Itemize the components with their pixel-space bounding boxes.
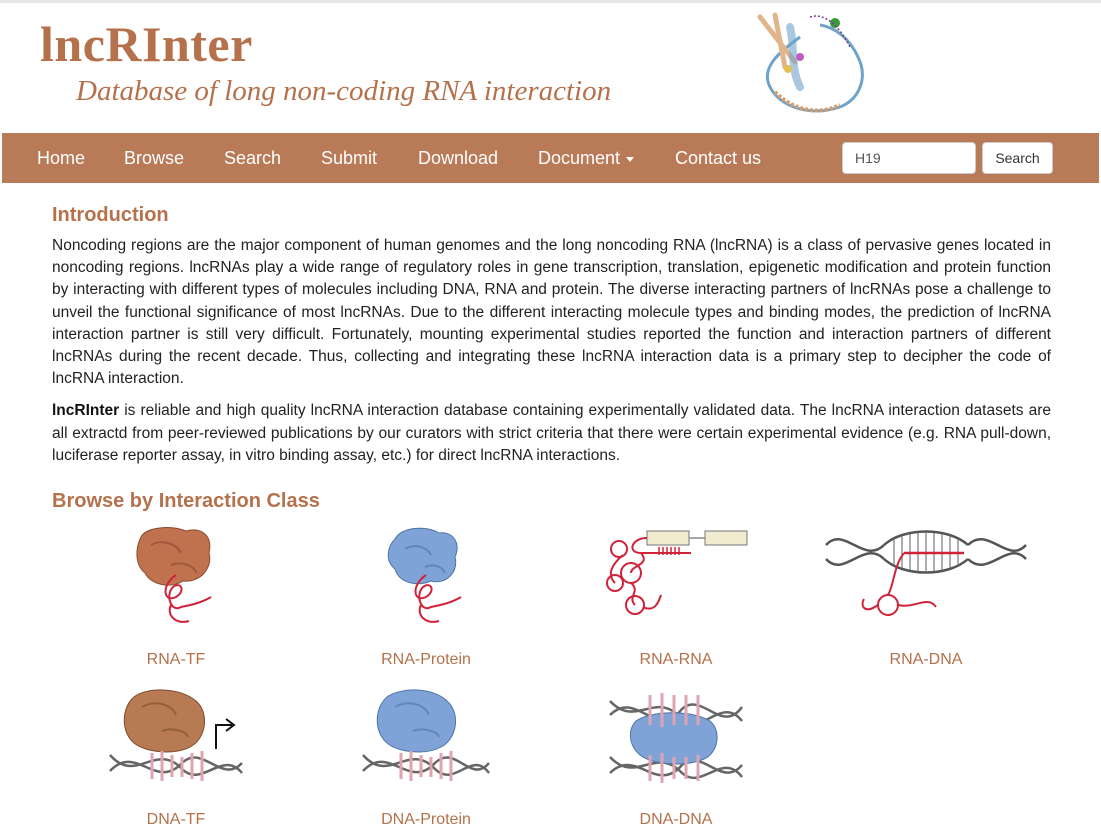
about-db-name: lncRInter [52,402,120,420]
class-rna-protein[interactable]: RNA-Protein [316,525,536,675]
class-label: DNA-TF [146,811,206,828]
nav-download[interactable]: Download [418,133,498,183]
nav-submit[interactable]: Submit [321,133,377,183]
rna-tf-icon [136,527,212,623]
class-dna-dna[interactable]: DNA-DNA [566,685,786,835]
about-paragraph: lncRInter is reliable and high quality l… [52,400,1051,467]
main-navbar: Home Browse Search Submit Download Docum… [2,133,1099,183]
class-dna-tf[interactable]: DNA-TF [66,685,286,835]
class-rna-tf[interactable]: RNA-TF [66,525,286,675]
about-text: is reliable and high quality lncRNA inte… [52,402,1051,464]
search-button[interactable]: Search [982,142,1053,174]
class-dna-protein[interactable]: DNA-Protein [316,685,536,835]
class-label: DNA-Protein [381,811,471,828]
rna-rna-icon [606,530,748,615]
nav-browse[interactable]: Browse [124,133,184,183]
main-content: Introduction Noncoding regions are the m… [52,201,1051,467]
rna-protein-icon [387,527,462,623]
site-subtitle: Database of long non-coding RNA interact… [76,75,612,107]
intro-paragraph: Noncoding regions are the major componen… [52,237,1051,388]
class-label: DNA-DNA [639,811,713,828]
class-rna-rna[interactable]: RNA-RNA [566,525,786,675]
chromosome-logo-icon [757,12,864,113]
nav-document-dropdown[interactable]: Document [538,133,635,183]
nav-document-label: Document [538,148,621,168]
search-input[interactable] [842,142,976,174]
dna-dna-icon [609,693,744,783]
class-label: RNA-Protein [381,651,471,668]
browse-heading: Browse by Interaction Class [52,490,320,512]
dna-protein-icon [362,689,490,781]
nav-contact[interactable]: Contact us [675,133,761,183]
class-label: RNA-DNA [889,651,963,668]
rna-dna-icon [825,530,1027,616]
dna-tf-icon [109,689,243,781]
class-label: RNA-TF [146,651,206,668]
site-title[interactable]: lncRInter [40,15,253,73]
caret-down-icon [626,156,635,162]
nav-search[interactable]: Search [224,133,281,183]
class-rna-dna[interactable]: RNA-DNA [816,525,1036,675]
site-header: lncRInter Database of long non-coding RN… [0,3,1101,133]
class-label: RNA-RNA [639,651,713,668]
intro-heading: Introduction [52,204,169,226]
nav-home[interactable]: Home [37,133,85,183]
